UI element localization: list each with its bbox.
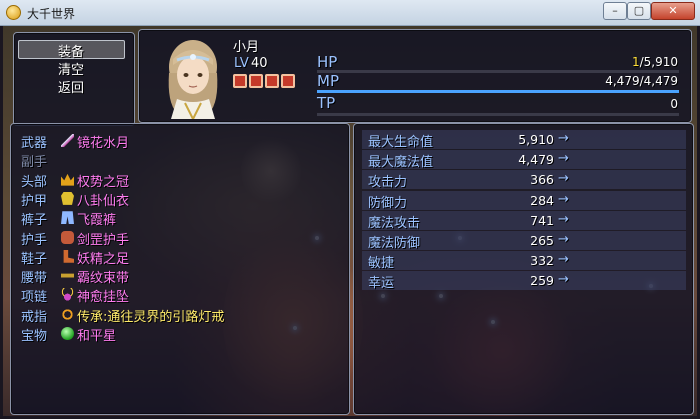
equipment-item-name: 权势之冠 xyxy=(77,174,130,190)
stat-name: 魔法防御 xyxy=(368,236,421,251)
equipment-item-name: 和平星 xyxy=(77,329,117,344)
title-bar: 大千世界 – ▢ ✕ xyxy=(0,0,700,26)
tp-label: TP xyxy=(317,94,336,112)
demon-face-icon xyxy=(265,74,279,88)
pendant-icon xyxy=(61,288,74,302)
window-title: 大千世界 xyxy=(27,7,76,21)
minimize-button[interactable]: – xyxy=(603,2,627,20)
stat-value: 259 xyxy=(530,273,554,289)
stat-value: 332 xyxy=(530,253,554,269)
stat-name: 最大魔法值 xyxy=(368,155,434,171)
equipment-item-name: 镜花水月 xyxy=(77,136,130,151)
status-icons xyxy=(233,74,303,88)
command-back[interactable]: 返回 xyxy=(58,77,84,96)
equipment-item-name: 八卦仙衣 xyxy=(77,193,130,209)
stat-value: 741 xyxy=(530,212,554,228)
equipment-item-name: 飞霞裤 xyxy=(77,213,117,229)
equipment-slots-window: 武器 镜花水月 副手 头部 权势之冠 护甲 八卦仙衣 裤子 飞霞裤 护手 剑罡护手 鞋子 妖精之足 腰带霸… xyxy=(10,123,350,415)
equipment-item-name: 传承:通往灵界的引路灯戒 xyxy=(77,309,225,325)
mp-label: MP xyxy=(317,72,339,90)
stat-value: 366 xyxy=(530,172,554,188)
stat-value: 4,479 xyxy=(518,152,554,168)
maximize-button[interactable]: ▢ xyxy=(627,2,651,20)
demon-face-icon xyxy=(233,74,247,88)
stat-arrow-icon: → xyxy=(558,151,569,167)
equipment-item-name: 神愈挂坠 xyxy=(77,290,130,306)
stat-value: 5,910 xyxy=(518,132,554,147)
stats-window: 最大生命值 5,910 → 最大魔法值 4,479 → 攻击力 366 → 防御力 284 → 魔法攻击… xyxy=(353,123,694,415)
stat-value: 284 xyxy=(530,192,554,208)
actor-name: 小月 xyxy=(233,40,260,55)
stat-arrow-icon: → xyxy=(558,131,569,146)
stat-arrow-icon: → xyxy=(558,272,569,288)
actor-portrait xyxy=(157,33,229,119)
stat-arrow-icon: → xyxy=(558,252,569,268)
mp-value: 4,479/4,479 xyxy=(519,74,678,88)
mp-current: 4,479 xyxy=(605,74,640,88)
equipment-slot-row[interactable] xyxy=(17,150,343,168)
equipment-item-name: 剑罡护手 xyxy=(77,232,130,248)
demon-face-icon xyxy=(281,74,295,88)
mp-gauge xyxy=(317,90,679,93)
equipment-item-name: 霸纹束带 xyxy=(77,271,130,287)
mp-max: 4,479 xyxy=(643,74,678,88)
stat-name: 魔法攻击 xyxy=(368,215,421,231)
mp-gauge-fill xyxy=(317,90,679,93)
equipment-item-name: 妖精之足 xyxy=(77,251,130,267)
close-button[interactable]: ✕ xyxy=(651,2,695,20)
stat-value: 265 xyxy=(530,233,554,248)
game-screen: 装备 清空 返回 小月 LV 40 HP 1/5,910 MP 4,479/4,… xyxy=(3,26,697,416)
stat-arrow-icon: → xyxy=(558,171,569,187)
stat-arrow-icon: → xyxy=(558,191,569,207)
stat-arrow-icon: → xyxy=(558,232,569,247)
hp-max: 5,910 xyxy=(643,55,678,69)
tp-value: 0 xyxy=(670,97,678,111)
sword-icon xyxy=(61,134,74,147)
orb-icon xyxy=(61,327,74,340)
stat-arrow-icon: → xyxy=(558,211,569,227)
stat-name: 敏捷 xyxy=(368,256,395,272)
command-clear[interactable]: 清空 xyxy=(58,59,84,78)
stat-name: 幸运 xyxy=(368,276,395,292)
hp-value: 1/5,910 xyxy=(519,55,678,69)
stat-name: 最大生命值 xyxy=(368,135,434,150)
level-label: LV xyxy=(234,56,249,71)
robe-icon xyxy=(61,191,74,205)
command-window: 装备 清空 返回 xyxy=(13,32,135,126)
gauntlet-icon xyxy=(61,230,74,244)
stat-name: 防御力 xyxy=(368,195,408,211)
tp-gauge xyxy=(317,113,679,116)
actor-status-window: 小月 LV 40 HP 1/5,910 MP 4,479/4,479 TP 0 xyxy=(138,29,692,123)
app-icon xyxy=(6,5,21,20)
level-value: 40 xyxy=(251,56,268,71)
command-equip[interactable]: 装备 xyxy=(58,41,84,60)
hp-gauge xyxy=(317,70,679,73)
demon-face-icon xyxy=(249,74,263,88)
hp-current: 1 xyxy=(631,55,640,69)
hp-label: HP xyxy=(317,53,338,71)
stat-name: 攻击力 xyxy=(368,175,408,191)
ring-icon xyxy=(61,307,74,321)
